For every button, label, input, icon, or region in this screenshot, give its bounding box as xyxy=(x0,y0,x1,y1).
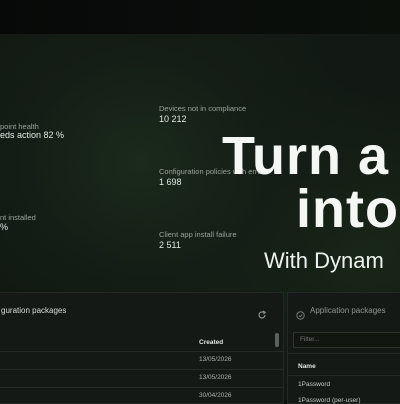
divider xyxy=(288,353,400,354)
table-row-name[interactable]: 1Password xyxy=(298,381,330,388)
configuration-packages-panel: guration packages Created 13/05/2026 13/… xyxy=(0,292,284,404)
panel-title: Application packages xyxy=(310,306,386,315)
application-packages-panel: Application packages Name 1Password 1Pas… xyxy=(287,292,400,404)
app-install-failure-label: Client app install failure xyxy=(159,230,237,239)
divider xyxy=(0,387,283,388)
package-icon xyxy=(296,307,305,320)
panel-title: guration packages xyxy=(1,306,67,315)
refresh-icon[interactable] xyxy=(257,307,267,319)
table-row-date: 30/04/2026 xyxy=(199,392,232,399)
devices-not-compliance-label: Devices not in compliance xyxy=(159,104,247,113)
created-column-header[interactable]: Created xyxy=(199,339,223,346)
divider xyxy=(0,369,283,370)
client-installed-value: % xyxy=(0,222,9,232)
top-strip xyxy=(0,0,400,34)
table-row-name[interactable]: 1Password (per-user) xyxy=(298,397,361,404)
divider xyxy=(0,351,283,352)
divider xyxy=(288,375,400,376)
hero-subheadline: With Dynam xyxy=(264,248,384,273)
scrollbar[interactable] xyxy=(275,333,279,347)
table-row-date: 13/05/2026 xyxy=(199,374,232,381)
name-column-header[interactable]: Name xyxy=(298,363,316,370)
filter-input[interactable] xyxy=(293,332,400,348)
endpoint-health-value: eds action 82 % xyxy=(0,130,65,140)
hero-headline-line2: into xyxy=(296,179,399,239)
config-policies-errors-value[interactable]: 1 698 xyxy=(159,177,182,187)
app-install-failure-value[interactable]: 2 511 xyxy=(159,240,181,250)
devices-not-compliance-value[interactable]: 10 212 xyxy=(159,114,187,124)
client-installed-label: nt installed xyxy=(0,213,36,222)
table-row-date: 13/05/2026 xyxy=(199,356,232,363)
